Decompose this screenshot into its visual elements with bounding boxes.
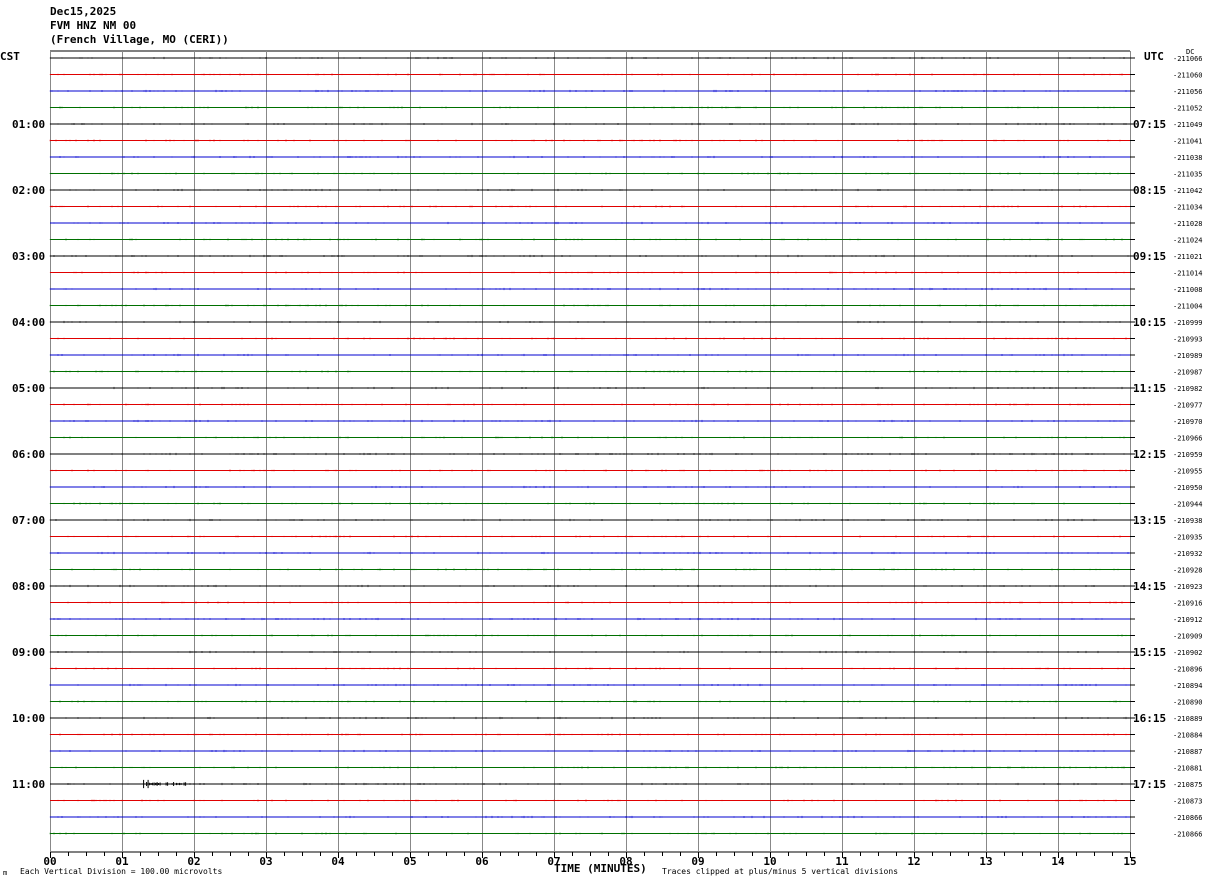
- cst-hour-label: 03:00: [12, 250, 45, 263]
- dc-offset-label: -210932: [1173, 550, 1203, 558]
- cst-hour-label: 04:00: [12, 316, 45, 329]
- clip-note: Traces clipped at plus/minus 5 vertical …: [662, 867, 899, 876]
- dc-offset-label: -210938: [1173, 517, 1203, 525]
- dc-offset-label: -210950: [1173, 484, 1203, 492]
- scale-note: Each Vertical Division = 100.00 microvol…: [20, 867, 223, 876]
- x-tick-label: 14: [1051, 855, 1065, 868]
- x-tick-label: 12: [907, 855, 920, 868]
- cst-hour-label: 08:00: [12, 580, 45, 593]
- cst-hour-label: 05:00: [12, 382, 45, 395]
- dc-offset-label: -210999: [1173, 319, 1203, 327]
- cst-hour-label: 09:00: [12, 646, 45, 659]
- dc-offset-label: -211041: [1173, 138, 1203, 146]
- dc-offset-label: -210982: [1173, 385, 1203, 393]
- dc-offset-label: -210887: [1173, 748, 1203, 756]
- dc-offset-label: -211049: [1173, 121, 1203, 129]
- utc-hour-label: 14:15: [1133, 580, 1166, 593]
- dc-offset-label: -210923: [1173, 583, 1203, 591]
- dc-offset-label: -210935: [1173, 534, 1203, 542]
- x-tick-label: 06: [475, 855, 489, 868]
- dc-offset-label: -210889: [1173, 715, 1203, 723]
- dc-offset-label: -210977: [1173, 402, 1203, 410]
- cst-hour-label: 07:00: [12, 514, 45, 527]
- dc-offset-label: -211034: [1173, 204, 1203, 212]
- dc-offset-label: -211004: [1173, 303, 1203, 311]
- cst-hour-label: 02:00: [12, 184, 45, 197]
- dc-offset-label: -210970: [1173, 418, 1203, 426]
- dc-offset-label: -210959: [1173, 451, 1203, 459]
- dc-offset-label: -211038: [1173, 154, 1203, 162]
- dc-offset-label: -210928: [1173, 567, 1203, 575]
- cst-hour-label: 06:00: [12, 448, 45, 461]
- dc-offset-label: -211024: [1173, 237, 1203, 245]
- utc-hour-label: 17:15: [1133, 778, 1166, 791]
- utc-hour-label: 12:15: [1133, 448, 1166, 461]
- utc-hour-label: 13:15: [1133, 514, 1166, 527]
- dc-offset-label: -210884: [1173, 732, 1203, 740]
- dc-offset-label: -210955: [1173, 468, 1203, 476]
- dc-offset-label: -210944: [1173, 501, 1203, 509]
- dc-offset-label: -211035: [1173, 171, 1203, 179]
- dc-offset-label: -211014: [1173, 270, 1203, 278]
- dc-offset-label: -211052: [1173, 105, 1203, 113]
- x-tick-label: 03: [259, 855, 272, 868]
- x-tick-label: 13: [979, 855, 992, 868]
- x-tick-label: 04: [331, 855, 345, 868]
- dc-offset-label: -210866: [1173, 831, 1203, 839]
- dc-offset-label: -211028: [1173, 220, 1203, 228]
- x-axis-title: TIME (MINUTES): [554, 862, 647, 875]
- seismogram-plot: 00 01 02 03 04 05 06 07 08 09 10 11 12 13 14 15-211066-…: [12, 50, 1203, 868]
- utc-hour-label: 09:15: [1133, 250, 1166, 263]
- dc-offset-label: -210896: [1173, 666, 1203, 674]
- utc-hour-label: 15:15: [1133, 646, 1166, 659]
- utc-hour-label: 11:15: [1133, 382, 1166, 395]
- cst-hour-label: 01:00: [12, 118, 45, 131]
- dc-offset-label: -210873: [1173, 798, 1203, 806]
- cst-hour-label: 11:00: [12, 778, 45, 791]
- dc-offset-label: -210866: [1173, 814, 1203, 822]
- dc-offset-label: -211066: [1173, 55, 1203, 63]
- dc-offset-label: -210909: [1173, 633, 1203, 641]
- dc-offset-label: -210912: [1173, 616, 1203, 624]
- dc-offset-label: -210987: [1173, 369, 1203, 377]
- dc-offset-label: -210966: [1173, 435, 1203, 443]
- cst-hour-label: 10:00: [12, 712, 45, 725]
- corner-mark: m: [3, 869, 8, 877]
- dc-offset-label: -210989: [1173, 352, 1203, 360]
- dc-offset-label: -211021: [1173, 253, 1203, 261]
- dc-offset-label: -210894: [1173, 682, 1203, 690]
- utc-hour-label: 16:15: [1133, 712, 1166, 725]
- dc-offset-label: -210881: [1173, 765, 1203, 773]
- utc-hour-label: 07:15: [1133, 118, 1166, 131]
- dc-offset-label: -211056: [1173, 88, 1203, 96]
- event-burst: [143, 779, 187, 789]
- x-tick-label: 15: [1123, 855, 1136, 868]
- dc-offset-label: -211008: [1173, 286, 1203, 294]
- dc-offset-label: -210875: [1173, 781, 1203, 789]
- dc-offset-label: -210902: [1173, 649, 1203, 657]
- dc-offset-label: -210916: [1173, 600, 1203, 608]
- utc-hour-label: 08:15: [1133, 184, 1166, 197]
- dc-offset-label: -210890: [1173, 699, 1203, 707]
- utc-hour-label: 10:15: [1133, 316, 1166, 329]
- dc-offset-label: -210993: [1173, 336, 1203, 344]
- dc-offset-label: -211060: [1173, 72, 1203, 80]
- dc-offset-label: -211042: [1173, 187, 1203, 195]
- x-tick-label: 05: [403, 855, 416, 868]
